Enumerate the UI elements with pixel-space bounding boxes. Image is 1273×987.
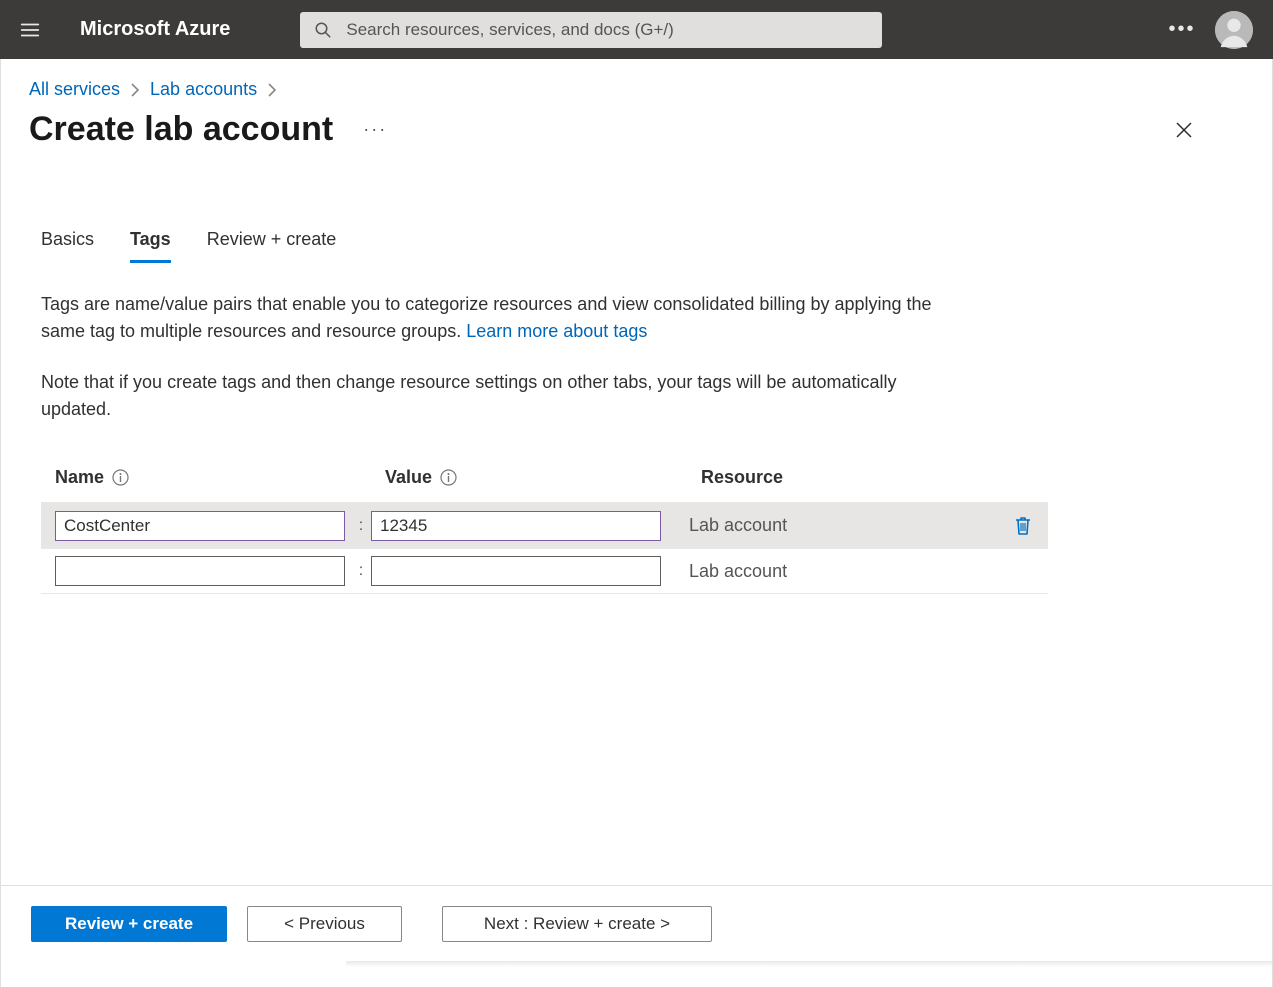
tags-table: Name Value Resource : (41, 467, 1048, 594)
info-icon[interactable] (112, 469, 129, 486)
breadcrumb: All services Lab accounts (1, 59, 1272, 106)
tab-basics[interactable]: Basics (41, 229, 94, 263)
search-icon (314, 21, 332, 39)
brand-label: Microsoft Azure (80, 18, 230, 41)
tags-description: Tags are name/value pairs that enable yo… (1, 263, 1061, 345)
info-icon[interactable] (440, 469, 457, 486)
learn-more-link[interactable]: Learn more about tags (466, 321, 647, 341)
tag-row: : Lab account (41, 502, 1048, 548)
col-header-value: Value (385, 467, 432, 488)
topbar-more-button[interactable]: ••• (1159, 0, 1205, 59)
tag-name-input[interactable] (55, 511, 345, 541)
tab-review[interactable]: Review + create (207, 229, 337, 263)
global-search-input[interactable] (346, 20, 868, 40)
colon-separator: : (351, 517, 371, 535)
colon-separator: : (351, 562, 371, 580)
footer: Review + create < Previous Next : Review… (1, 885, 1272, 961)
more-icon: ··· (363, 119, 387, 139)
chevron-right-icon (267, 83, 277, 97)
topbar: Microsoft Azure ••• (0, 0, 1273, 59)
col-header-resource: Resource (701, 467, 783, 487)
chevron-right-icon (130, 83, 140, 97)
trash-icon (1013, 515, 1033, 537)
delete-tag-button[interactable] (998, 515, 1048, 537)
title-more-button[interactable]: ··· (363, 119, 387, 140)
tag-name-input[interactable] (55, 556, 345, 586)
hamburger-icon (19, 19, 41, 41)
close-button[interactable] (1169, 115, 1199, 145)
tags-note: Note that if you create tags and then ch… (1, 345, 1061, 423)
breadcrumb-all-services[interactable]: All services (29, 79, 120, 100)
title-row: Create lab account ··· (1, 106, 1272, 149)
hamburger-menu-button[interactable] (0, 0, 60, 59)
breadcrumb-lab-accounts[interactable]: Lab accounts (150, 79, 257, 100)
avatar-icon (1215, 11, 1253, 49)
col-header-name: Name (55, 467, 104, 488)
tabs: Basics Tags Review + create (1, 149, 1272, 263)
tab-tags[interactable]: Tags (130, 229, 171, 263)
next-button[interactable]: Next : Review + create > (442, 906, 712, 942)
tag-resource-label: Lab account (667, 561, 998, 582)
close-icon (1174, 120, 1194, 140)
tag-value-input[interactable] (371, 556, 661, 586)
previous-button[interactable]: < Previous (247, 906, 402, 942)
account-avatar[interactable] (1215, 11, 1253, 49)
review-create-button[interactable]: Review + create (31, 906, 227, 942)
tag-row: : Lab account (41, 548, 1048, 594)
tags-table-header: Name Value Resource (41, 467, 1048, 502)
global-search[interactable] (300, 12, 882, 48)
tag-resource-label: Lab account (667, 515, 998, 536)
content-area: All services Lab accounts Create lab acc… (0, 59, 1273, 987)
more-icon: ••• (1168, 18, 1195, 41)
footer-shadow (346, 961, 1272, 967)
tag-value-input[interactable] (371, 511, 661, 541)
page-title: Create lab account (29, 110, 333, 149)
